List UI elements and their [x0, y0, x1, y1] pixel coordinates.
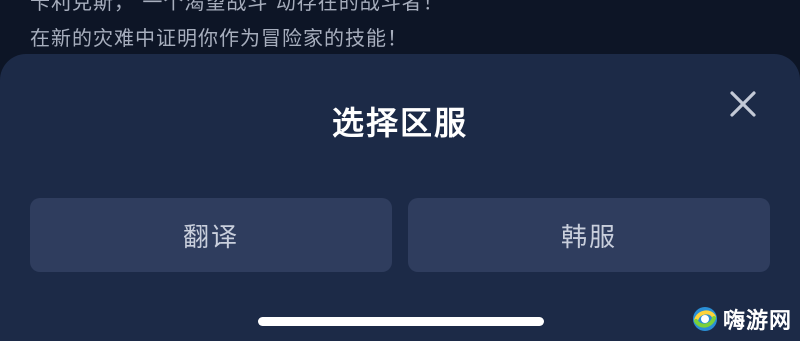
background-text-line-2: 在新的灾难中证明你作为冒险家的技能！	[30, 26, 408, 50]
region-select-sheet: 选择区服 翻译 韩服	[0, 54, 800, 341]
sheet-title: 选择区服	[331, 104, 468, 142]
background-text-line-1: 卡利克斯， 一个渴望战斗 动存在的战斗者！	[30, 0, 444, 14]
option-button-korea-server[interactable]: 韩服	[408, 198, 770, 272]
site-logo-icon	[693, 307, 717, 331]
option-button-translation[interactable]: 翻译	[30, 198, 392, 272]
watermark-text: 嗨游网	[723, 309, 793, 334]
watermark: 嗨游网	[691, 304, 792, 334]
close-button[interactable]	[726, 87, 760, 121]
screen: 卡利克斯， 一个渴望战斗 动存在的战斗者！ 在新的灾难中证明你作为冒险家的技能！…	[0, 0, 800, 341]
home-indicator	[258, 317, 544, 326]
option-label: 翻译	[182, 222, 239, 253]
close-icon	[730, 91, 756, 117]
option-label: 韩服	[560, 222, 617, 253]
